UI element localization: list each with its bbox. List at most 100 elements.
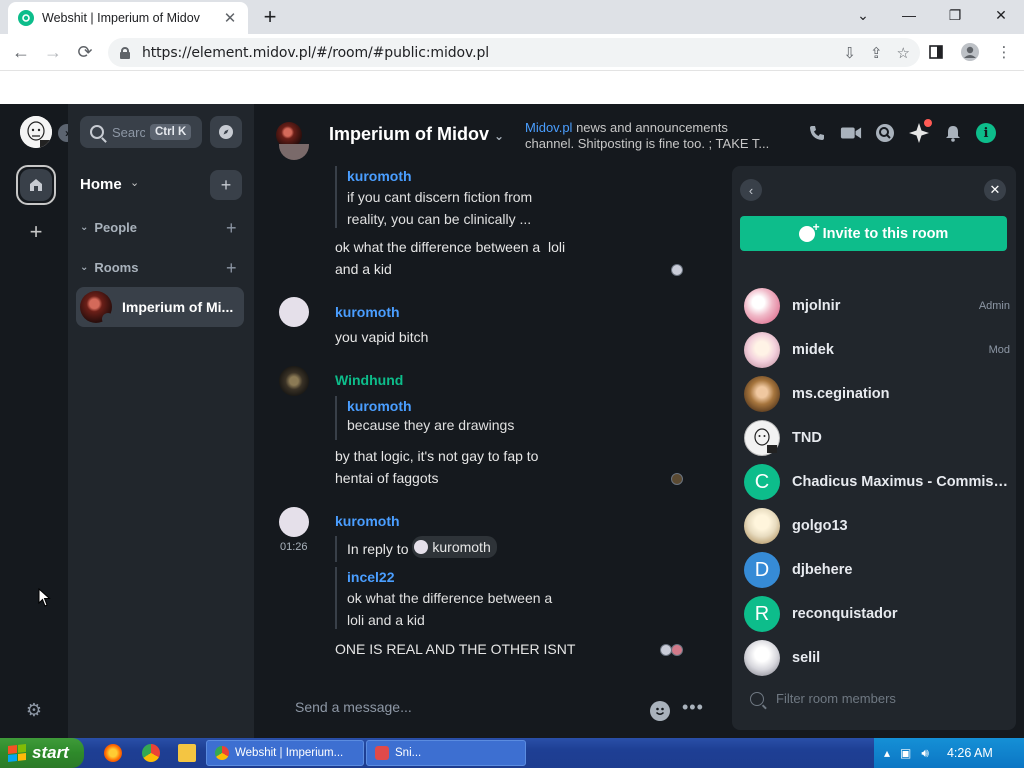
message-avatar[interactable] [279, 507, 309, 537]
home-add-button[interactable]: + [210, 170, 242, 200]
start-button[interactable]: start [0, 738, 84, 768]
section-people[interactable]: ⌄ People [80, 220, 137, 235]
os-taskbar: start Webshit | Imperium... Sni... ▴ ▣ 🔊… [0, 738, 1024, 768]
back-chevron-icon[interactable]: ‹ [740, 179, 762, 201]
browser-menu-icon[interactable]: ⋮ [992, 39, 1016, 65]
side-panel-icon[interactable] [924, 39, 948, 65]
member-item[interactable]: selil [744, 638, 1010, 678]
room-title-chevron-icon: ⌄ [494, 129, 505, 143]
firefox-icon[interactable] [104, 744, 122, 762]
bookmark-star-icon[interactable]: ☆ [897, 44, 910, 62]
member-item[interactable]: TND [744, 418, 1010, 458]
create-space-plus-icon[interactable]: + [26, 221, 46, 243]
browser-tab[interactable]: Webshit | Imperium of Midov ✕ [8, 2, 248, 34]
member-avatar [744, 376, 780, 412]
add-room-plus-icon[interactable]: + [226, 258, 237, 279]
topic-link[interactable]: Midov.pl [525, 120, 572, 135]
message-body: ok what the difference between a loli an… [335, 236, 565, 280]
filter-members-input[interactable]: Filter room members [750, 691, 896, 706]
room-info-icon[interactable]: i [976, 123, 996, 143]
space-bar: › + ⚙ [0, 104, 76, 738]
taskbar-item-label: Sni... [395, 747, 422, 759]
profile-icon[interactable] [958, 39, 982, 65]
room-title[interactable]: Imperium of Midov ⌄ [329, 124, 504, 145]
close-window-button[interactable]: ✕ [978, 0, 1024, 30]
section-rooms[interactable]: ⌄ Rooms [80, 260, 138, 275]
quote-sender[interactable]: incel22 [347, 567, 552, 587]
folder-icon[interactable] [178, 744, 196, 762]
read-receipt-avatar[interactable] [671, 644, 683, 656]
install-app-icon[interactable]: ⇩ [843, 44, 856, 62]
new-tab-button[interactable]: + [258, 5, 282, 29]
read-receipt-avatar[interactable] [671, 264, 683, 276]
forward-button[interactable]: → [40, 39, 66, 65]
taskbar-item-browser[interactable]: Webshit | Imperium... [206, 740, 364, 766]
search-input[interactable]: Search Ctrl K [80, 116, 202, 148]
chrome-icon[interactable] [142, 744, 160, 762]
room-topic[interactable]: Midov.pl news and announcements channel.… [525, 120, 791, 152]
user-avatar[interactable] [20, 116, 52, 148]
voice-call-icon[interactable] [806, 122, 828, 144]
home-options-chevron-icon[interactable]: ⌄ [130, 176, 139, 189]
address-bar[interactable]: https://element.midov.pl/#/room/#public:… [108, 38, 920, 67]
message-composer-input[interactable]: Send a message... [295, 699, 412, 715]
network-icon[interactable]: ▣ [900, 746, 911, 760]
quick-settings-gear-icon[interactable]: ⚙ [24, 700, 44, 720]
member-name: reconquistador [792, 606, 898, 622]
message-sender[interactable]: kuromoth [335, 513, 400, 529]
member-item[interactable]: golgo13 [744, 506, 1010, 546]
tray-expand-icon[interactable]: ▴ [884, 746, 890, 760]
add-people-plus-icon[interactable]: + [226, 218, 237, 239]
member-item[interactable]: C Chadicus Maximus - Commiss... [744, 462, 1010, 502]
read-receipt-avatar[interactable] [671, 473, 683, 485]
message-avatar[interactable] [279, 366, 309, 396]
message-avatar[interactable] [279, 297, 309, 327]
tab-search-icon[interactable]: ⌄ [840, 0, 886, 30]
member-item[interactable]: R reconquistador [744, 594, 1010, 634]
member-item[interactable]: mjolnir Admin [744, 286, 1010, 326]
taskbar-item-snipping[interactable]: Sni... [366, 740, 526, 766]
message-sender[interactable]: Windhund [335, 372, 403, 388]
taskbar-clock[interactable]: 4:26 AM [947, 746, 993, 760]
member-item[interactable]: ms.cegination [744, 374, 1010, 414]
member-item[interactable]: D djbehere [744, 550, 1010, 590]
message-quote[interactable]: kuromoth because they are drawings [335, 396, 514, 440]
taskbar-item-label: Webshit | Imperium... [235, 747, 344, 759]
member-avatar [744, 288, 780, 324]
more-options-icon[interactable]: ••• [682, 697, 704, 718]
notifications-bell-icon[interactable] [942, 122, 964, 144]
back-button[interactable]: ← [8, 39, 34, 65]
compass-icon [219, 125, 233, 139]
start-label: start [32, 743, 69, 762]
member-item[interactable]: midek Mod [744, 330, 1010, 370]
topic-line1: news and announcements [572, 120, 728, 135]
member-name: ms.cegination [792, 386, 890, 402]
quote-text-line: ok what the difference between a [347, 590, 553, 606]
home-heading[interactable]: Home [80, 176, 122, 193]
emoji-picker-icon[interactable] [650, 701, 670, 721]
home-space-button[interactable] [16, 165, 56, 205]
minimize-button[interactable]: — [886, 0, 932, 30]
quote-sender[interactable]: kuromoth [347, 396, 514, 416]
room-list-item[interactable]: Imperium of Mi... [76, 287, 244, 327]
element-app: › + ⚙ Search Ctrl K Home ⌄ + ⌄ People + [0, 104, 1024, 738]
quote-text-line: loli and a kid [347, 612, 425, 628]
share-icon[interactable]: ⇪ [870, 44, 883, 62]
tab-close-icon[interactable]: ✕ [222, 9, 238, 27]
video-call-icon[interactable] [840, 122, 862, 144]
quote-sender[interactable]: kuromoth [347, 166, 532, 186]
volume-icon[interactable]: 🔊︎ [921, 746, 929, 761]
message-quote[interactable]: kuromoth if you cant discern fiction fro… [335, 166, 532, 228]
reply-context[interactable]: In reply to kuromoth [335, 536, 497, 562]
explore-rooms-button[interactable] [210, 116, 242, 148]
home-icon [30, 179, 42, 191]
reply-user-pill[interactable]: kuromoth [412, 536, 497, 558]
reload-button[interactable]: ⟳ [72, 39, 98, 65]
message-sender[interactable]: kuromoth [335, 304, 400, 320]
restore-button[interactable]: ❐ [932, 0, 978, 30]
room-search-icon[interactable] [874, 122, 896, 144]
extensions-sparkle-icon[interactable] [908, 119, 932, 144]
close-panel-icon[interactable]: ✕ [984, 179, 1006, 201]
message-quote[interactable]: incel22 ok what the difference between a… [335, 567, 552, 629]
invite-to-room-button[interactable]: Invite to this room [740, 216, 1007, 251]
